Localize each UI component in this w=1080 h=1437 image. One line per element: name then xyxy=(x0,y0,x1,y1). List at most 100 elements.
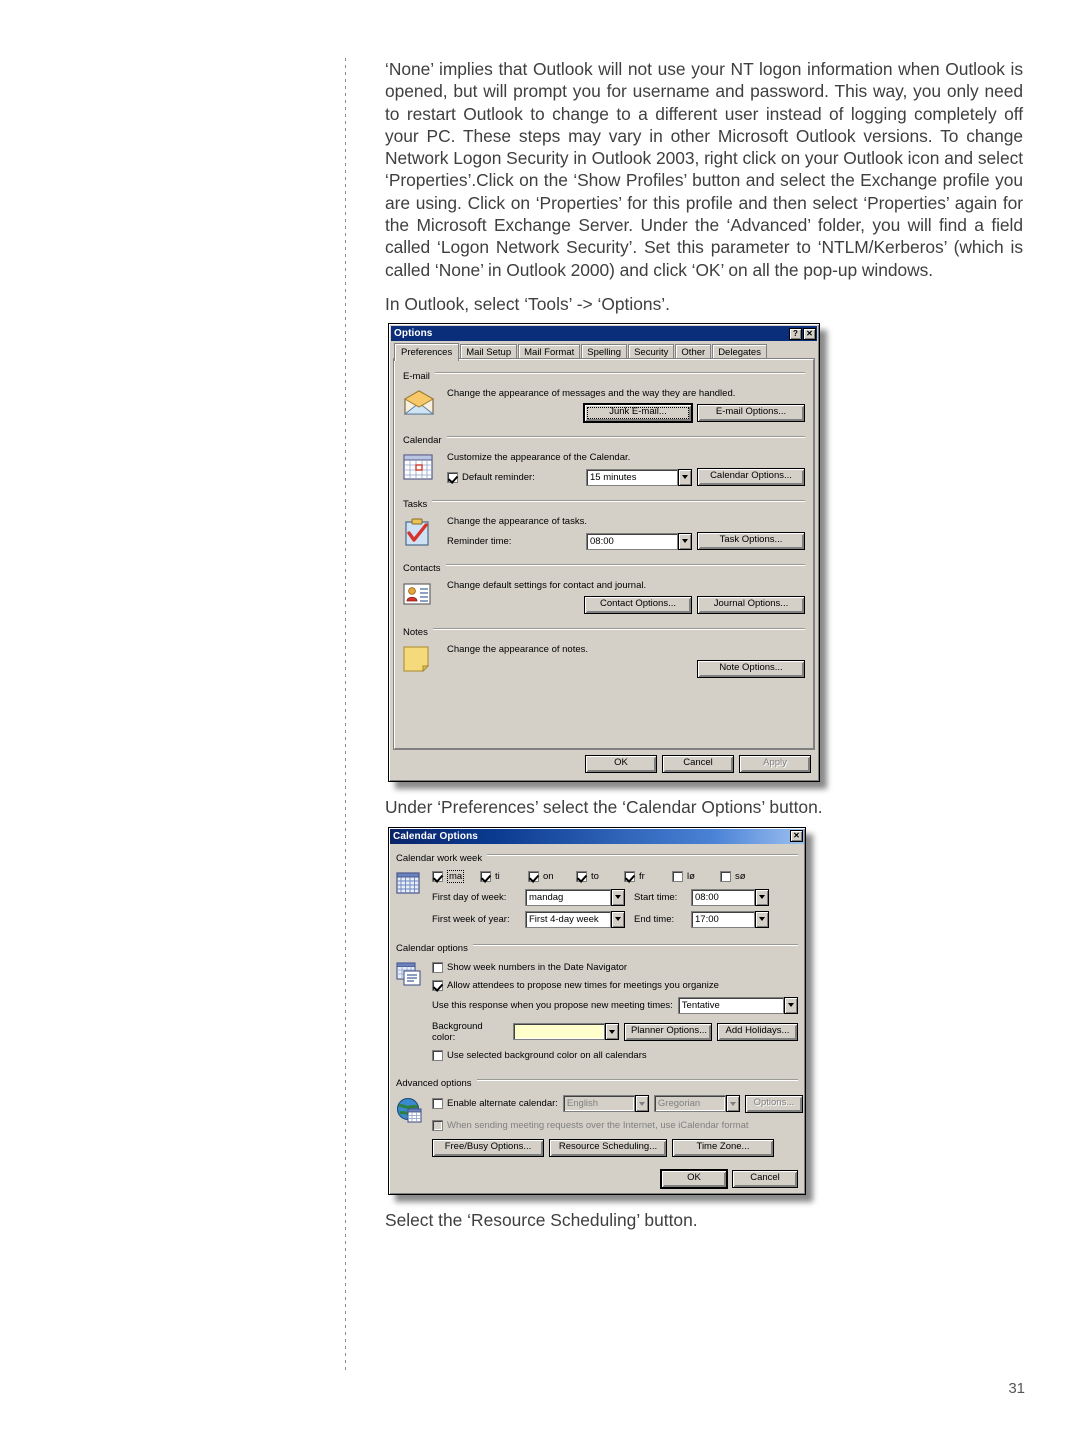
day-checkbox-on[interactable]: on xyxy=(528,870,576,882)
help-icon[interactable]: ? xyxy=(789,327,802,340)
email-options-button[interactable]: E-mail Options... xyxy=(697,404,805,423)
calendar-options-dialog-wrapper: Calendar Options ✕ Calendar work week ma… xyxy=(388,826,813,1202)
day-checkbox-to[interactable]: to xyxy=(576,870,624,882)
page-number: 31 xyxy=(1008,1380,1025,1397)
response-label: Use this response when you propose new m… xyxy=(432,999,673,1011)
checkbox-box xyxy=(432,870,443,882)
planner-options-button[interactable]: Planner Options... xyxy=(623,1022,712,1041)
checkbox-box xyxy=(720,870,731,882)
tab-preferences[interactable]: Preferences xyxy=(394,343,460,362)
checkbox-box xyxy=(576,870,587,882)
resource-scheduling-button[interactable]: Resource Scheduling... xyxy=(549,1138,667,1157)
time-zone-button[interactable]: Time Zone... xyxy=(672,1138,774,1157)
group-calendar-options: Calendar options Show week numbers in th… xyxy=(396,938,798,1068)
day-checkbox-ti[interactable]: ti xyxy=(480,870,528,882)
calendar-options-button[interactable]: Calendar Options... xyxy=(697,468,805,487)
day-label: ti xyxy=(495,870,500,882)
chevron-down-icon[interactable] xyxy=(604,1023,619,1041)
journal-options-button[interactable]: Journal Options... xyxy=(697,596,805,615)
enable-alternate-calendar-checkbox[interactable]: Enable alternate calendar: xyxy=(432,1098,558,1110)
calendar-options-title: Calendar Options xyxy=(393,830,478,842)
group-email-label: E-mail xyxy=(403,371,435,383)
response-combo[interactable]: Tentative xyxy=(677,996,798,1014)
tab-spelling[interactable]: Spelling xyxy=(581,344,628,361)
group-work-week: Calendar work week ma ti on to fr lø sø … xyxy=(396,848,798,933)
allow-attendees-checkbox[interactable]: Allow attendees to propose new times for… xyxy=(432,979,719,991)
icalendar-format-checkbox: When sending meeting requests over the I… xyxy=(432,1119,749,1131)
checkbox-box xyxy=(672,870,683,882)
chevron-down-icon xyxy=(634,1095,649,1113)
apply-button: Apply xyxy=(739,755,811,774)
show-week-numbers-checkbox[interactable]: Show week numbers in the Date Navigator xyxy=(432,961,627,973)
end-time-value: 17:00 xyxy=(691,910,755,928)
chevron-down-icon[interactable] xyxy=(755,910,769,928)
group-contacts-label: Contacts xyxy=(403,563,446,575)
group-advanced-options: Advanced options Enable alternate calend… xyxy=(396,1073,803,1167)
chevron-down-icon[interactable] xyxy=(784,996,798,1014)
chevron-down-icon[interactable] xyxy=(678,532,692,550)
alternate-language-combo: English xyxy=(562,1095,649,1113)
end-time-combo[interactable]: 17:00 xyxy=(691,910,769,928)
cancel-button[interactable]: Cancel xyxy=(732,1169,798,1188)
day-label: lø xyxy=(687,870,695,882)
default-reminder-checkbox[interactable]: Default reminder: xyxy=(447,471,535,483)
checkbox-box xyxy=(447,471,458,483)
options-dialog-wrapper: Options ? ✕ Preferences Mail Setup Mail … xyxy=(388,323,827,790)
options-footer: OK Cancel Apply xyxy=(391,753,817,779)
calendar-icon xyxy=(403,452,447,489)
group-tasks-label: Tasks xyxy=(403,499,433,511)
add-holidays-button[interactable]: Add Holidays... xyxy=(716,1022,798,1041)
first-day-combo[interactable]: mandag xyxy=(525,888,625,906)
caption-calendar-options: Under ‘Preferences’ select the ‘Calendar… xyxy=(385,797,823,818)
task-options-button[interactable]: Task Options... xyxy=(697,532,805,551)
junk-email-button[interactable]: Junk E-mail... xyxy=(584,404,692,423)
checkbox-box xyxy=(432,1049,443,1061)
response-value: Tentative xyxy=(677,996,784,1014)
cancel-button[interactable]: Cancel xyxy=(662,755,734,774)
alternate-system-combo: Gregorian xyxy=(653,1095,740,1113)
day-checkbox-so[interactable]: sø xyxy=(720,870,768,882)
chevron-down-icon[interactable] xyxy=(755,888,769,906)
options-title: Options xyxy=(394,328,433,340)
use-selected-bg-label: Use selected background color on all cal… xyxy=(447,1049,647,1061)
close-icon[interactable]: ✕ xyxy=(790,830,803,843)
group-advanced-options-label: Advanced options xyxy=(396,1077,477,1089)
checkbox-box xyxy=(528,870,539,882)
checkbox-box xyxy=(432,979,443,991)
default-reminder-combo[interactable]: 15 minutes xyxy=(586,468,692,486)
tab-delegates[interactable]: Delegates xyxy=(712,344,767,361)
contacts-description: Change default settings for contact and … xyxy=(447,580,647,592)
calendar-options-footer: OK Cancel xyxy=(396,1169,798,1188)
first-week-combo[interactable]: First 4-day week xyxy=(525,910,625,928)
calendar-options-body: Calendar work week ma ti on to fr lø sø … xyxy=(390,844,804,1193)
contact-options-button[interactable]: Contact Options... xyxy=(584,596,692,615)
email-description: Change the appearance of messages and th… xyxy=(447,388,736,400)
tab-security[interactable]: Security xyxy=(628,344,675,361)
day-checkbox-ma[interactable]: ma xyxy=(432,869,480,883)
group-calendar-label: Calendar xyxy=(403,435,447,447)
tab-mail-format[interactable]: Mail Format xyxy=(518,344,581,361)
day-checkbox-fr[interactable]: fr xyxy=(624,870,672,882)
tab-mail-setup[interactable]: Mail Setup xyxy=(460,344,518,361)
use-selected-bg-checkbox[interactable]: Use selected background color on all cal… xyxy=(432,1049,647,1061)
contacts-icon xyxy=(403,580,447,617)
checkbox-box xyxy=(480,870,491,882)
work-week-days: ma ti on to fr lø sø xyxy=(432,869,798,883)
background-color-combo[interactable] xyxy=(512,1023,619,1041)
checkbox-box xyxy=(432,1119,443,1131)
reminder-time-combo[interactable]: 08:00 xyxy=(586,532,692,550)
free-busy-options-button[interactable]: Free/Busy Options... xyxy=(432,1138,544,1157)
day-label: on xyxy=(543,870,554,882)
note-options-button[interactable]: Note Options... xyxy=(697,660,805,679)
ok-button[interactable]: OK xyxy=(661,1169,727,1188)
start-time-combo[interactable]: 08:00 xyxy=(691,888,769,906)
group-notes-label: Notes xyxy=(403,627,433,639)
tab-other[interactable]: Other xyxy=(675,344,712,361)
chevron-down-icon[interactable] xyxy=(611,888,625,906)
close-icon[interactable]: ✕ xyxy=(803,327,816,340)
ok-button[interactable]: OK xyxy=(585,755,657,774)
chevron-down-icon[interactable] xyxy=(678,468,692,486)
group-email: E-mail Change the appearance of messages… xyxy=(403,366,805,427)
day-checkbox-lo[interactable]: lø xyxy=(672,870,720,882)
chevron-down-icon[interactable] xyxy=(611,910,625,928)
